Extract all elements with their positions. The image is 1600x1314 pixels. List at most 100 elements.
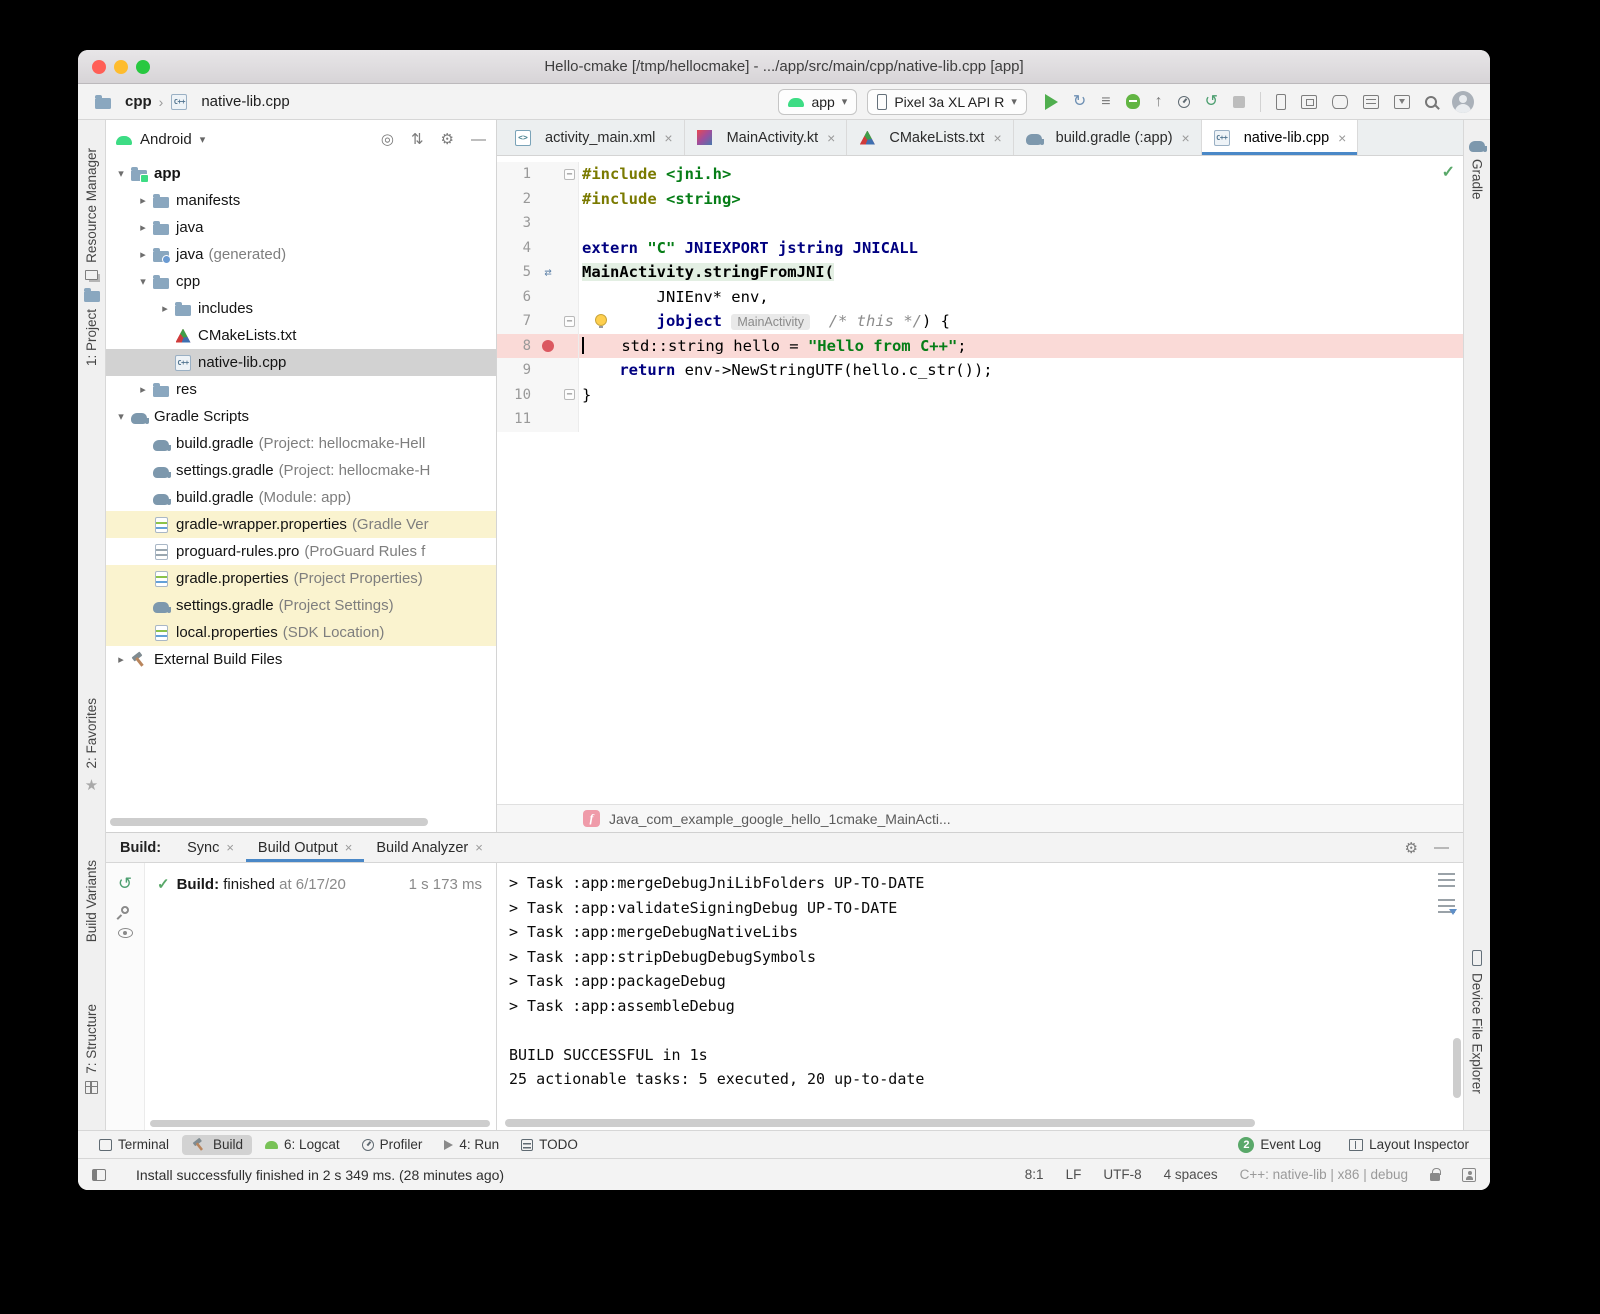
zoom-button[interactable] xyxy=(136,60,150,74)
build-summary-scrollbar[interactable] xyxy=(150,1120,490,1127)
database-inspector-button[interactable] xyxy=(1332,95,1348,109)
tree-item[interactable]: ▸External Build Files xyxy=(106,646,496,673)
sdk-manager-button[interactable] xyxy=(1394,95,1410,109)
stripe-build-variants[interactable]: Build Variants xyxy=(78,860,105,942)
toolwindow-button-profiler[interactable]: Profiler xyxy=(353,1135,432,1154)
close-tab-icon[interactable]: × xyxy=(226,840,234,855)
project-settings-gear-icon[interactable]: ⚙ xyxy=(441,130,454,148)
tree-item[interactable]: ▾cpp xyxy=(106,268,496,295)
editor-body[interactable]: 1−#include <jni.h>2#include <string>34ex… xyxy=(497,156,1463,804)
status-message[interactable]: Install successfully finished in 2 s 349… xyxy=(136,1167,504,1183)
tree-item[interactable]: settings.gradle(Project Settings) xyxy=(106,592,496,619)
toolwindow-button-6-logcat[interactable]: 6: Logcat xyxy=(256,1135,349,1154)
editor-tab[interactable]: <>activity_main.xml× xyxy=(503,120,685,155)
screen-reader-icon[interactable] xyxy=(1462,1168,1476,1182)
tree-item[interactable]: local.properties(SDK Location) xyxy=(106,619,496,646)
intention-bulb-icon[interactable] xyxy=(595,314,607,326)
console-vertical-scrollbar[interactable] xyxy=(1453,1038,1461,1098)
tree-item[interactable]: build.gradle(Module: app) xyxy=(106,484,496,511)
stripe-favorites[interactable]: 2: Favorites ★ xyxy=(78,698,105,794)
tree-item[interactable]: gradle-wrapper.properties(Gradle Ver xyxy=(106,511,496,538)
device-manager-button[interactable] xyxy=(1276,94,1286,110)
console-horizontal-scrollbar[interactable] xyxy=(505,1119,1255,1127)
stripe-gradle[interactable]: Gradle xyxy=(1464,138,1490,200)
hide-panel-button[interactable]: — xyxy=(471,131,486,148)
close-tab-icon[interactable]: × xyxy=(1338,130,1346,146)
tree-chevron-icon[interactable]: ▸ xyxy=(134,221,152,234)
build-summary-row[interactable]: ✓ Build: finished at 6/17/20 1 s 173 ms xyxy=(157,875,486,893)
code-line[interactable]: 7− jobject MainActivity /* this */) { xyxy=(497,309,1463,334)
close-tab-icon[interactable]: × xyxy=(993,130,1001,146)
close-tab-icon[interactable]: × xyxy=(1182,130,1190,146)
fold-icon[interactable]: − xyxy=(564,389,575,400)
toolwindow-button-todo[interactable]: TODO xyxy=(512,1135,587,1154)
tree-item[interactable]: settings.gradle(Project: hellocmake-H xyxy=(106,457,496,484)
close-tab-icon[interactable]: × xyxy=(827,130,835,146)
hide-build-panel-button[interactable]: — xyxy=(1434,839,1449,856)
run-configuration-select[interactable]: app ▾ xyxy=(778,89,857,115)
profile-button[interactable] xyxy=(1178,96,1190,108)
editor-tab[interactable]: build.gradle (:app)× xyxy=(1014,120,1202,155)
tree-chevron-icon[interactable]: ▸ xyxy=(112,653,130,666)
toolwindow-button-terminal[interactable]: Terminal xyxy=(90,1135,178,1154)
code-line[interactable]: 1−#include <jni.h> xyxy=(497,162,1463,187)
tree-item[interactable]: ▸java xyxy=(106,214,496,241)
fold-icon[interactable]: − xyxy=(564,169,575,180)
stripe-resource-manager[interactable]: Resource Manager xyxy=(78,148,105,280)
breakpoint-icon[interactable] xyxy=(542,340,554,352)
layout-inspector-button[interactable] xyxy=(1301,95,1317,109)
profile-avatar[interactable] xyxy=(1452,91,1474,113)
breadcrumb-folder[interactable]: cpp xyxy=(125,93,152,110)
close-tab-icon[interactable]: × xyxy=(345,840,353,855)
tree-chevron-icon[interactable]: ▸ xyxy=(134,194,152,207)
tree-item[interactable]: ▾Gradle Scripts xyxy=(106,403,496,430)
toolwindow-button-layout-inspector[interactable]: Layout Inspector xyxy=(1340,1135,1478,1155)
status-item[interactable]: UTF-8 xyxy=(1103,1167,1141,1182)
build-tab[interactable]: Sync× xyxy=(175,833,246,862)
scroll-to-end-icon[interactable] xyxy=(1438,899,1455,913)
status-item[interactable]: LF xyxy=(1066,1167,1082,1182)
code-line[interactable]: 8 std::string hello = "Hello from C++"; xyxy=(497,334,1463,359)
editor-tab[interactable]: C++native-lib.cpp× xyxy=(1202,120,1359,155)
status-item[interactable]: 8:1 xyxy=(1025,1167,1044,1182)
tree-chevron-icon[interactable]: ▸ xyxy=(134,248,152,261)
code-line[interactable]: 4extern "C" JNIEXPORT jstring JNICALL xyxy=(497,236,1463,261)
build-console-pane[interactable]: > Task :app:mergeDebugJniLibFolders UP-T… xyxy=(497,863,1463,1130)
run-button[interactable] xyxy=(1045,94,1058,110)
tree-item[interactable]: build.gradle(Project: hellocmake-Hell xyxy=(106,430,496,457)
tree-item[interactable]: ▾app xyxy=(106,160,496,187)
build-tab[interactable]: Build Output× xyxy=(246,833,364,862)
device-select[interactable]: Pixel 3a XL API R ▾ xyxy=(867,89,1027,115)
status-item[interactable]: C++: native-lib | x86 | debug xyxy=(1240,1167,1408,1182)
tree-chevron-icon[interactable]: ▾ xyxy=(112,410,130,423)
search-everywhere-button[interactable] xyxy=(1425,96,1437,108)
logcat-button[interactable] xyxy=(1363,95,1379,109)
code-line[interactable]: 11 xyxy=(497,407,1463,432)
jni-marker-icon[interactable]: ⇄ xyxy=(544,260,551,285)
close-tab-icon[interactable]: × xyxy=(475,840,483,855)
code-line[interactable]: 9 return env->NewStringUTF(hello.c_str()… xyxy=(497,358,1463,383)
close-tab-icon[interactable]: × xyxy=(664,130,672,146)
status-item[interactable]: 4 spaces xyxy=(1164,1167,1218,1182)
attach-debugger-button[interactable]: ↑ xyxy=(1155,94,1163,110)
build-tab[interactable]: Build Analyzer× xyxy=(364,833,494,862)
editor-tab[interactable]: MainActivity.kt× xyxy=(685,120,848,155)
stripe-device-file-explorer[interactable]: Device File Explorer xyxy=(1464,950,1490,1094)
tree-item[interactable]: C++native-lib.cpp xyxy=(106,349,496,376)
fold-icon[interactable]: − xyxy=(564,316,575,327)
code-line[interactable]: 2#include <string> xyxy=(497,187,1463,212)
view-options-icon[interactable] xyxy=(118,928,133,938)
tree-item[interactable]: ▸includes xyxy=(106,295,496,322)
toggle-stripes-icon[interactable] xyxy=(92,1169,106,1181)
tree-chevron-icon[interactable]: ▸ xyxy=(156,302,174,315)
chevron-down-icon[interactable]: ▾ xyxy=(200,133,206,146)
tree-item[interactable]: CMakeLists.txt xyxy=(106,322,496,349)
lock-icon[interactable] xyxy=(1430,1173,1440,1181)
code-line[interactable]: 10−} xyxy=(497,383,1463,408)
build-settings-gear-icon[interactable]: ⚙ xyxy=(1405,839,1418,857)
rerun-build-button[interactable]: ↺ xyxy=(118,875,132,892)
tree-item[interactable]: ▸res xyxy=(106,376,496,403)
debug-button[interactable] xyxy=(1126,94,1140,109)
breadcrumb-file[interactable]: native-lib.cpp xyxy=(201,93,289,110)
stripe-structure[interactable]: 7: Structure xyxy=(78,1004,105,1094)
